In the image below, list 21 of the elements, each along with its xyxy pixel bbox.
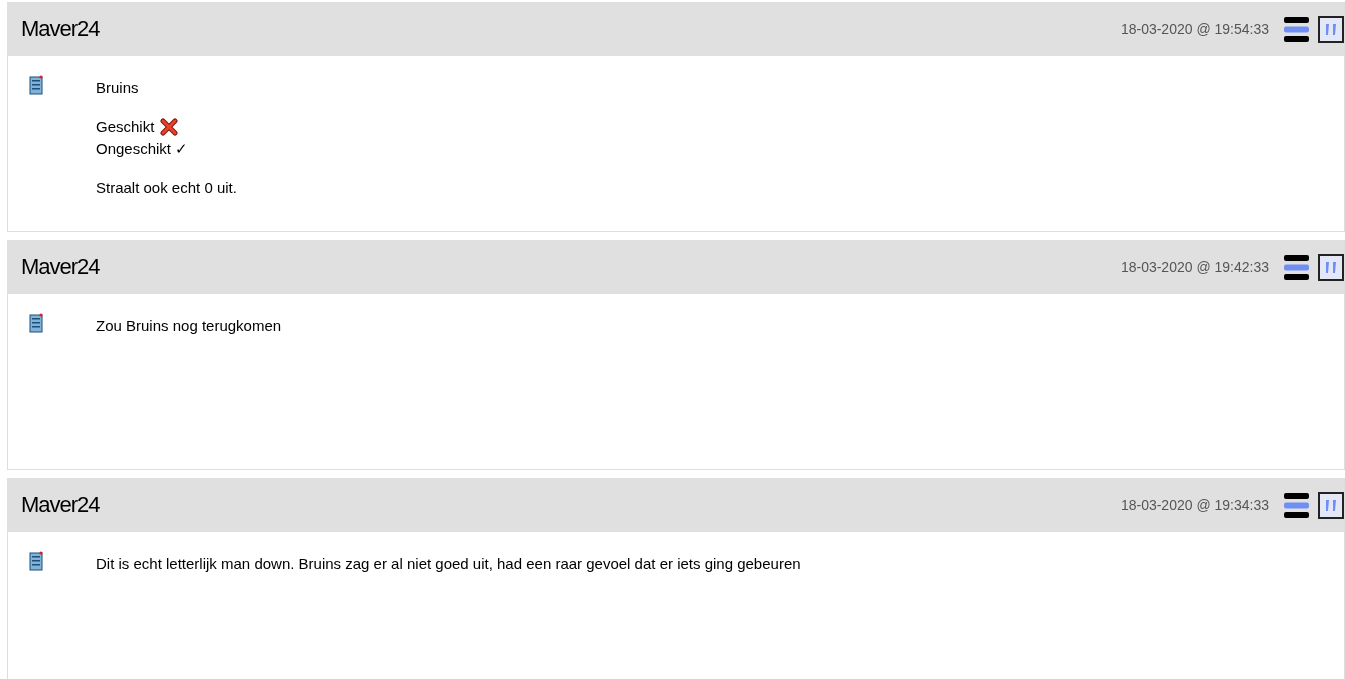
username[interactable]: Maver24 <box>21 254 100 280</box>
post-text: Straalt ook echt 0 uit. <box>96 178 237 198</box>
quote-icon[interactable] <box>1318 491 1344 519</box>
post-text: Bruins <box>96 78 139 98</box>
post-date: 18-03-2020 @ 19:54:33 <box>1120 21 1269 37</box>
post-text: Dit is echt letterlijk man down. Bruins zag er al niet goed uit, had een raar gevoel dat er iets ging gebeuren <box>96 554 801 574</box>
document-icon <box>28 313 44 333</box>
document-icon <box>28 75 44 95</box>
quote-icon[interactable] <box>1318 253 1344 281</box>
document-icon <box>28 551 44 571</box>
post-text: Ongeschikt ✓ <box>96 139 189 159</box>
post-text: Zou Bruins nog terugkomen <box>96 316 282 336</box>
quote-icon[interactable] <box>1318 15 1344 43</box>
post-date: 18-03-2020 @ 19:42:33 <box>1120 259 1269 275</box>
username[interactable]: Maver24 <box>21 16 100 42</box>
menu-icon[interactable] <box>1284 491 1309 519</box>
post-text: Geschikt <box>96 117 155 137</box>
menu-icon[interactable] <box>1284 253 1309 281</box>
menu-icon[interactable] <box>1284 15 1309 43</box>
post-date: 18-03-2020 @ 19:34:33 <box>1120 497 1269 513</box>
username[interactable]: Maver24 <box>21 492 100 518</box>
